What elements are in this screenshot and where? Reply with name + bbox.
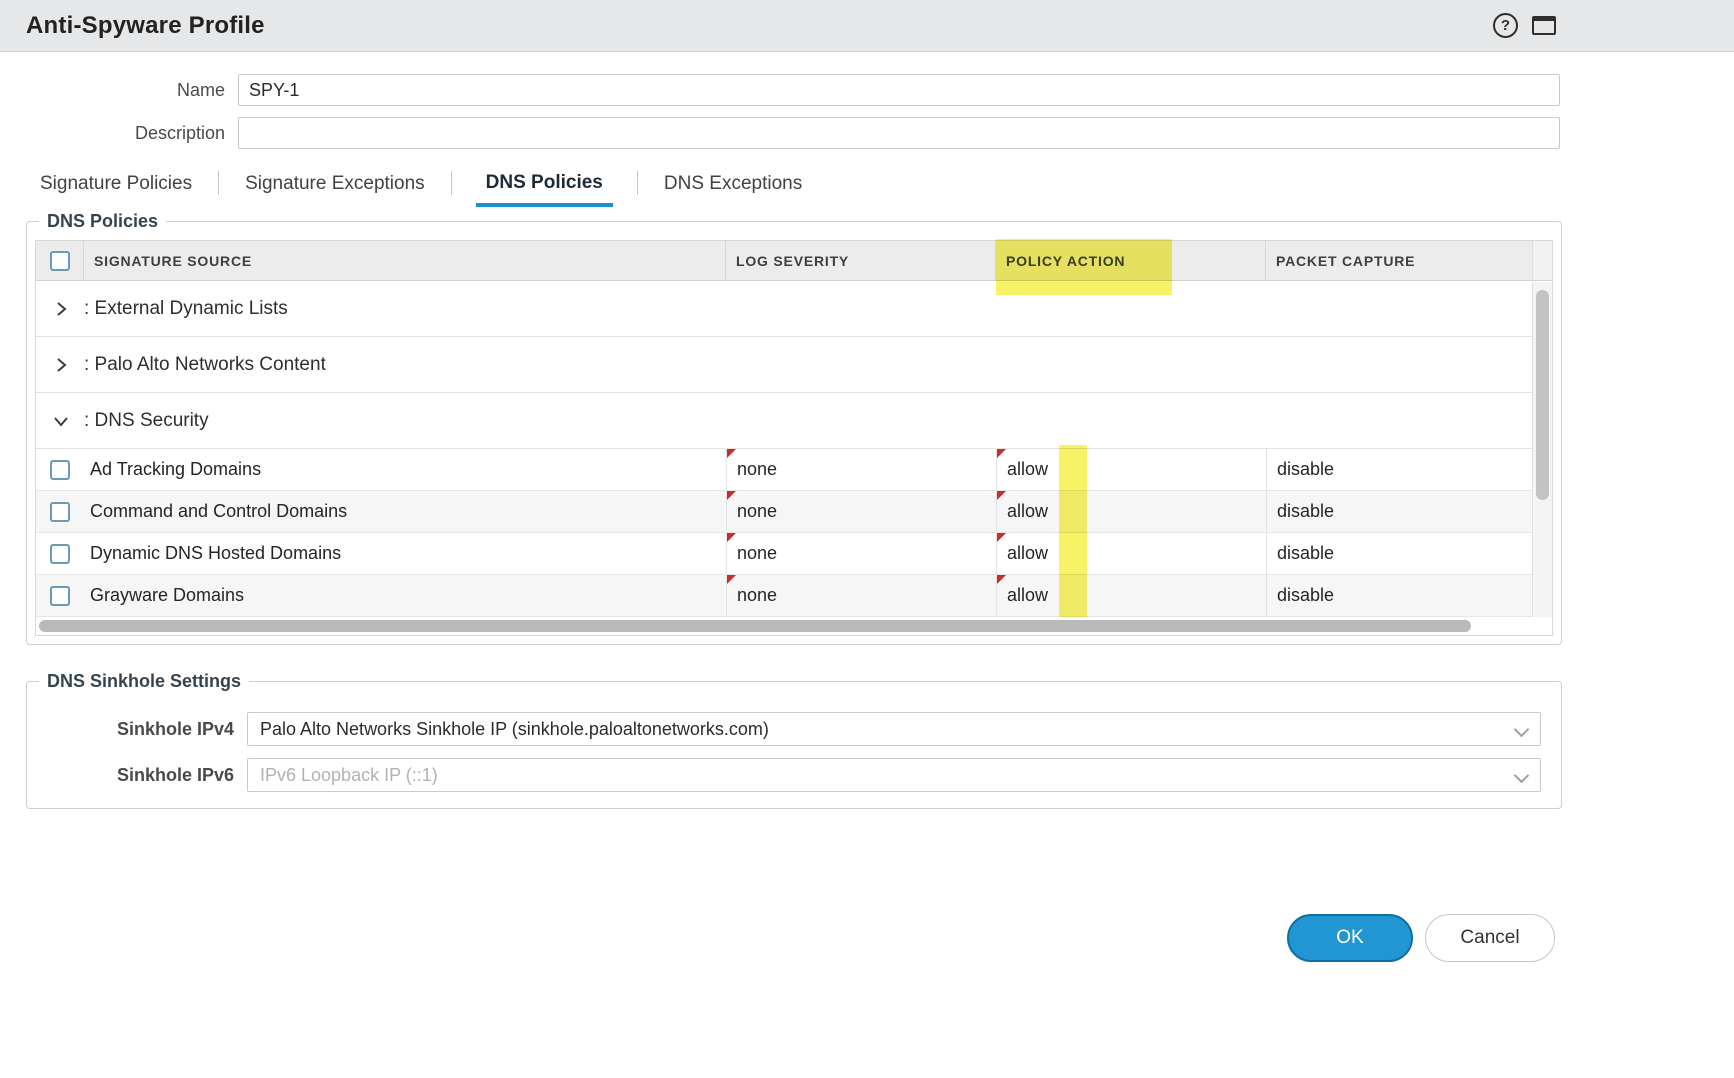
dialog-footer: OK Cancel: [1287, 914, 1555, 962]
policy-action-cell[interactable]: allow: [996, 491, 1266, 532]
window-icon[interactable]: [1532, 16, 1556, 35]
sinkhole-ipv4-select[interactable]: Palo Alto Networks Sinkhole IP (sinkhole…: [247, 712, 1541, 746]
anti-spyware-profile-dialog: Anti-Spyware Profile ? Name Description …: [0, 0, 1734, 1078]
packet-capture-cell[interactable]: disable: [1266, 575, 1532, 616]
signature-source-cell: Grayware Domains: [84, 575, 726, 616]
signature-source-cell: Ad Tracking Domains: [84, 449, 726, 490]
tab-signature-policies[interactable]: Signature Policies: [38, 173, 194, 207]
name-row: Name: [0, 74, 1734, 106]
header-checkbox-cell: [36, 241, 84, 280]
header-icons: ?: [1493, 0, 1556, 51]
dns-policies-table: SIGNATURE SOURCE LOG SEVERITY POLICY ACT…: [35, 240, 1553, 636]
group-label: : Palo Alto Networks Content: [84, 354, 326, 376]
description-row: Description: [0, 117, 1734, 149]
dns-policies-legend: DNS Policies: [39, 211, 166, 232]
group-row-dns-security[interactable]: : DNS Security: [36, 393, 1552, 449]
row-checkbox[interactable]: [50, 460, 70, 480]
column-header-log-severity[interactable]: LOG SEVERITY: [726, 241, 996, 280]
tab-separator: [637, 171, 638, 195]
tab-signature-exceptions[interactable]: Signature Exceptions: [243, 173, 427, 207]
form-area: Name Description: [0, 52, 1734, 149]
help-glyph: ?: [1501, 17, 1510, 34]
packet-capture-cell[interactable]: disable: [1266, 533, 1532, 574]
signature-source-cell: Command and Control Domains: [84, 491, 726, 532]
policy-action-cell[interactable]: allow: [996, 449, 1266, 490]
sinkhole-ipv4-label: Sinkhole IPv4: [35, 719, 247, 740]
group-label: : External Dynamic Lists: [84, 298, 288, 320]
vertical-scrollbar[interactable]: [1532, 282, 1552, 617]
row-checkbox-cell: [36, 449, 84, 490]
group-row-palo-alto-networks-content[interactable]: : Palo Alto Networks Content: [36, 337, 1552, 393]
row-checkbox-cell: [36, 491, 84, 532]
column-header-policy-action[interactable]: POLICY ACTION: [996, 241, 1266, 280]
row-checkbox-cell: [36, 533, 84, 574]
name-label: Name: [0, 80, 238, 101]
sinkhole-ipv6-label: Sinkhole IPv6: [35, 765, 247, 786]
sinkhole-ipv6-value: IPv6 Loopback IP (::1): [260, 765, 438, 786]
dns-sinkhole-groupbox: DNS Sinkhole Settings Sinkhole IPv4 Palo…: [26, 671, 1562, 809]
help-icon[interactable]: ?: [1493, 13, 1518, 38]
row-checkbox[interactable]: [50, 544, 70, 564]
policy-action-cell[interactable]: allow: [996, 575, 1266, 616]
sinkhole-ipv6-select[interactable]: IPv6 Loopback IP (::1): [247, 758, 1541, 792]
cancel-button[interactable]: Cancel: [1425, 914, 1555, 962]
table-header-row: SIGNATURE SOURCE LOG SEVERITY POLICY ACT…: [36, 241, 1552, 281]
select-all-checkbox[interactable]: [50, 251, 70, 271]
chevron-down-icon[interactable]: [1516, 770, 1528, 782]
row-checkbox[interactable]: [50, 502, 70, 522]
packet-capture-cell[interactable]: disable: [1266, 449, 1532, 490]
tab-dns-exceptions[interactable]: DNS Exceptions: [662, 173, 804, 207]
table-row: Ad Tracking Domains none allow disable: [36, 449, 1552, 491]
dialog-header: Anti-Spyware Profile ?: [0, 0, 1734, 52]
page-title: Anti-Spyware Profile: [26, 12, 265, 40]
horizontal-scrollbar[interactable]: [36, 617, 1552, 635]
name-field[interactable]: [238, 74, 1560, 106]
header-scroll-pad: [1532, 241, 1552, 280]
sinkhole-ipv6-row: Sinkhole IPv6 IPv6 Loopback IP (::1): [35, 758, 1553, 792]
policy-action-cell[interactable]: allow: [996, 533, 1266, 574]
column-header-packet-capture[interactable]: PACKET CAPTURE: [1266, 241, 1532, 280]
log-severity-cell[interactable]: none: [726, 449, 996, 490]
description-label: Description: [0, 123, 238, 144]
tab-separator: [218, 171, 219, 195]
table-row: Command and Control Domains none allow d…: [36, 491, 1552, 533]
log-severity-cell[interactable]: none: [726, 575, 996, 616]
log-severity-cell[interactable]: none: [726, 491, 996, 532]
vertical-scrollbar-thumb[interactable]: [1536, 290, 1549, 500]
packet-capture-cell[interactable]: disable: [1266, 491, 1532, 532]
chevron-right-icon[interactable]: [54, 302, 68, 316]
description-field[interactable]: [238, 117, 1560, 149]
sinkhole-ipv4-row: Sinkhole IPv4 Palo Alto Networks Sinkhol…: [35, 712, 1553, 746]
tab-dns-policies[interactable]: DNS Policies: [476, 172, 613, 207]
tab-separator: [451, 171, 452, 195]
tab-bar: Signature Policies Signature Exceptions …: [38, 171, 1734, 207]
dns-sinkhole-legend: DNS Sinkhole Settings: [39, 671, 249, 692]
dns-policies-groupbox: DNS Policies SIGNATURE SOURCE LOG SEVERI…: [26, 211, 1562, 645]
group-label: : DNS Security: [84, 410, 209, 432]
chevron-right-icon[interactable]: [54, 358, 68, 372]
signature-source-cell: Dynamic DNS Hosted Domains: [84, 533, 726, 574]
row-checkbox-cell: [36, 575, 84, 616]
log-severity-cell[interactable]: none: [726, 533, 996, 574]
sinkhole-ipv4-value: Palo Alto Networks Sinkhole IP (sinkhole…: [260, 719, 769, 740]
ok-button[interactable]: OK: [1287, 914, 1413, 962]
chevron-down-icon[interactable]: [1516, 724, 1528, 736]
table-row: Dynamic DNS Hosted Domains none allow di…: [36, 533, 1552, 575]
horizontal-scrollbar-thumb[interactable]: [39, 620, 1471, 632]
column-header-signature-source[interactable]: SIGNATURE SOURCE: [84, 241, 726, 280]
chevron-down-icon[interactable]: [54, 414, 68, 428]
group-row-external-dynamic-lists[interactable]: : External Dynamic Lists: [36, 281, 1552, 337]
table-row: Grayware Domains none allow disable: [36, 575, 1552, 617]
row-checkbox[interactable]: [50, 586, 70, 606]
